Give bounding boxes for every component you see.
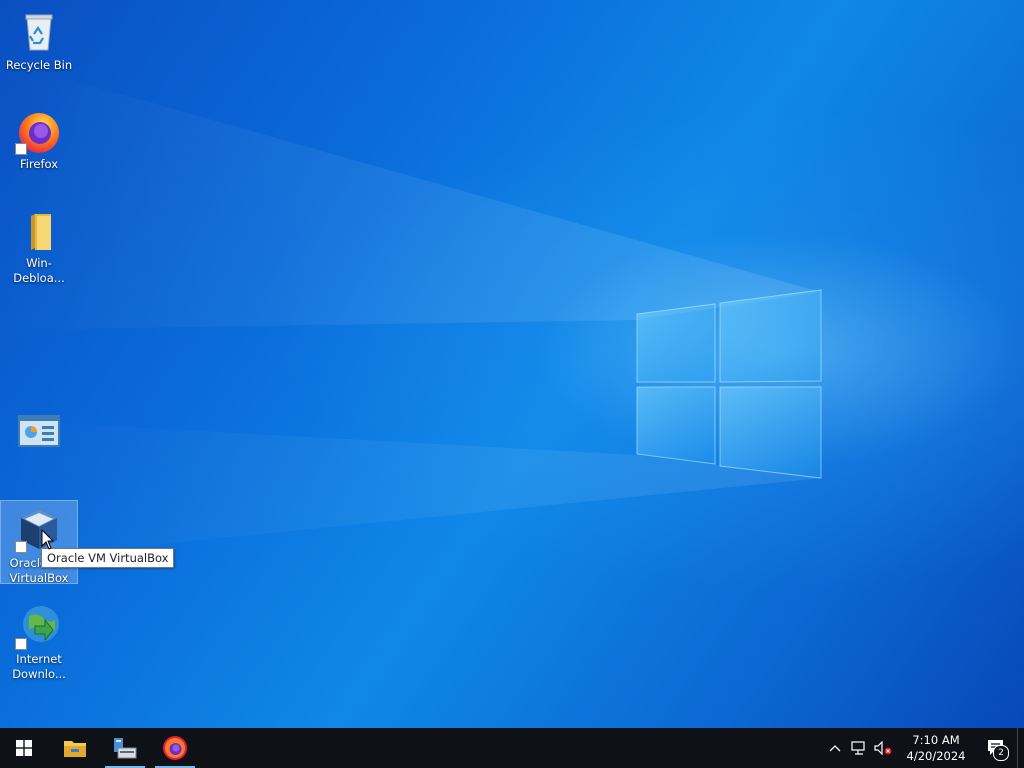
desktop-icon-win-debloat-folder[interactable]: Win-Debloa... xyxy=(1,202,77,286)
shortcut-arrow-icon xyxy=(15,541,27,553)
desktop-icon-label: Recycle Bin xyxy=(5,58,73,72)
taskbar-file-explorer[interactable] xyxy=(51,728,99,768)
desktop-icon-control-panel[interactable] xyxy=(1,404,77,458)
firefox-icon xyxy=(15,107,63,155)
show-desktop-button[interactable] xyxy=(1017,728,1024,768)
volume-muted-icon[interactable] xyxy=(871,728,895,768)
windows-wallpaper xyxy=(0,60,822,560)
system-tray: 7:10 AM 4/20/2024 2 xyxy=(823,728,1024,768)
taskbar: 7:10 AM 4/20/2024 2 xyxy=(0,728,1024,768)
control-panel-icon xyxy=(15,408,63,456)
desktop-icon-label: Firefox xyxy=(19,157,59,171)
shortcut-arrow-icon xyxy=(15,638,27,650)
tooltip: Oracle VM VirtualBox xyxy=(41,548,175,568)
server-manager-icon xyxy=(114,738,137,759)
desktop[interactable]: Recycle Bin Firefox Win-Debloa... Oracle… xyxy=(0,0,1024,728)
action-center-button[interactable]: 2 xyxy=(977,728,1017,768)
virtualbox-icon xyxy=(15,505,63,553)
taskbar-firefox[interactable] xyxy=(151,728,199,768)
windows-logo-icon xyxy=(16,740,32,756)
start-button[interactable] xyxy=(0,728,48,768)
desktop-icon-virtualbox[interactable]: Oracle VM VirtualBox xyxy=(0,500,78,584)
clock-time: 7:10 AM xyxy=(912,733,960,747)
clock-date: 4/20/2024 xyxy=(906,749,966,763)
desktop-icon-label: Win-Debloa... xyxy=(13,256,65,285)
desktop-icon-firefox[interactable]: Firefox xyxy=(1,103,77,172)
desktop-icon-internet-download-manager[interactable]: Internet Downlo... xyxy=(1,598,77,682)
shortcut-arrow-icon xyxy=(15,143,27,155)
desktop-icon-label: Internet Downlo... xyxy=(12,652,66,681)
mouse-cursor-icon xyxy=(41,529,55,550)
folder-icon xyxy=(64,741,86,757)
desktop-icon-recycle-bin[interactable]: Recycle Bin xyxy=(1,4,77,73)
firefox-icon xyxy=(163,736,187,760)
taskbar-clock[interactable]: 7:10 AM 4/20/2024 xyxy=(899,728,973,768)
internet-download-manager-icon xyxy=(15,602,63,650)
notification-count-badge: 2 xyxy=(993,745,1009,761)
taskbar-server-manager[interactable] xyxy=(101,728,149,768)
network-icon[interactable] xyxy=(847,728,871,768)
show-hidden-icons-chevron-up-icon[interactable] xyxy=(823,728,847,768)
folder-icon xyxy=(15,206,63,254)
recycle-bin-icon xyxy=(15,8,63,56)
